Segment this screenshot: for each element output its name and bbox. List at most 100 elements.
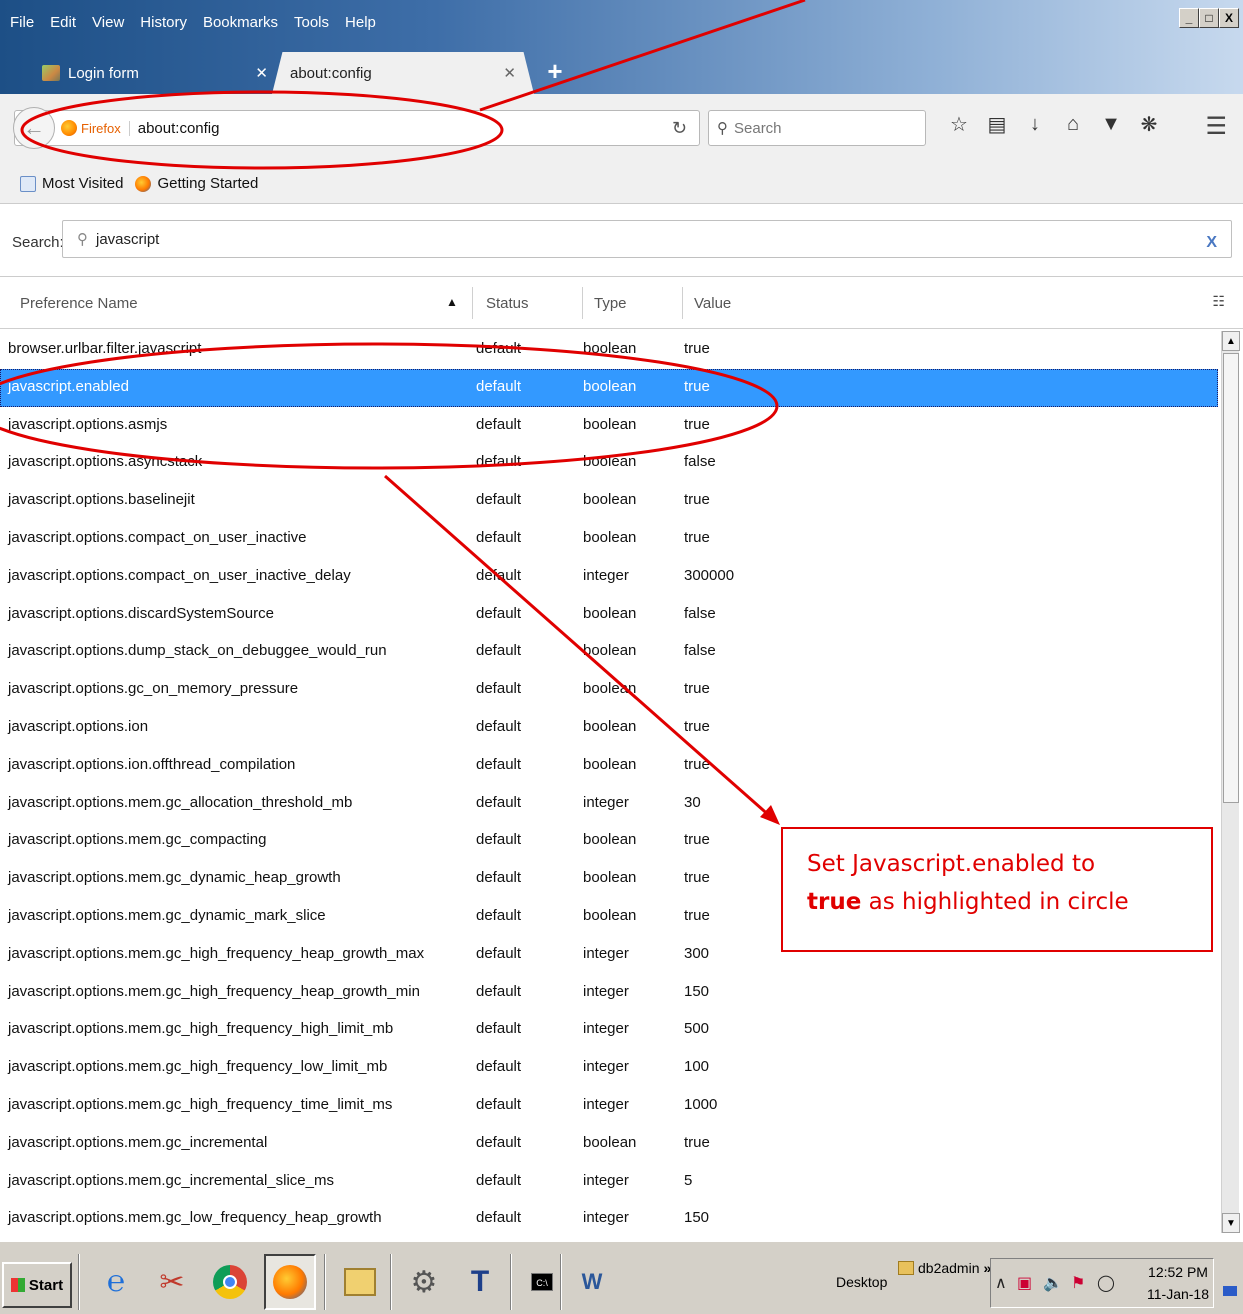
header-preference-name[interactable]: Preference Name: [20, 295, 138, 312]
scroll-up-icon[interactable]: ▲: [1222, 331, 1240, 351]
config-search-label: Search:: [12, 234, 64, 251]
most-visited-icon: [20, 175, 36, 192]
config-search-bar: Search: ⚲ javascript X: [0, 204, 1243, 268]
pref-name-cell: javascript.options.mem.gc_compacting: [8, 831, 267, 849]
pocket-icon[interactable]: ▼: [1092, 113, 1130, 136]
menu-help[interactable]: Help: [345, 14, 376, 31]
firefox-taskbar-icon[interactable]: [264, 1254, 316, 1310]
pref-name-cell: javascript.options.mem.gc_high_frequency…: [8, 1020, 394, 1038]
column-picker-icon[interactable]: ☷: [1212, 293, 1225, 310]
maximize-button[interactable]: □: [1199, 8, 1219, 28]
url-text[interactable]: about:config: [138, 120, 220, 137]
table-row[interactable]: javascript.options.ion default boolean true: [0, 709, 1218, 747]
column-divider[interactable]: [682, 287, 683, 319]
home-icon[interactable]: ⌂: [1054, 113, 1092, 136]
table-row[interactable]: javascript.enabled default boolean true: [0, 368, 1218, 407]
power-icon[interactable]: ◯: [1097, 1273, 1115, 1293]
pref-value-cell: 1000: [684, 1095, 718, 1113]
table-body: browser.urlbar.filter.javascript default b…: [0, 331, 1218, 1238]
bookmark-most-visited[interactable]: Most Visited: [20, 175, 123, 192]
download-arrow-icon[interactable]: ↓: [1016, 113, 1054, 136]
tab-close-icon[interactable]: ✕: [503, 64, 516, 82]
menu-bookmarks[interactable]: Bookmarks: [203, 14, 278, 31]
table-row[interactable]: javascript.options.asmjs default boolean tr…: [0, 407, 1218, 445]
internet-explorer-icon[interactable]: ℮: [90, 1254, 142, 1310]
snipping-tool-icon[interactable]: ✂: [146, 1254, 198, 1310]
pref-value-cell: false: [684, 453, 716, 471]
table-row[interactable]: javascript.options.mem.gc_high_frequency…: [0, 1049, 1218, 1087]
db2admin-toolbar[interactable]: db2admin »: [898, 1260, 991, 1276]
pref-type-cell: boolean: [583, 453, 637, 471]
menu-edit[interactable]: Edit: [50, 14, 76, 31]
pref-name-cell: javascript.options.compact_on_user_inact…: [8, 528, 307, 546]
table-row[interactable]: javascript.options.gc_on_memory_pressure…: [0, 671, 1218, 709]
table-row[interactable]: javascript.options.compact_on_user_inact…: [0, 520, 1218, 558]
table-row[interactable]: javascript.options.mem.gc_allocation_thr…: [0, 785, 1218, 823]
pref-status-cell: default: [476, 680, 522, 698]
network-status-icon[interactable]: ▣: [1017, 1273, 1032, 1293]
web-search-input[interactable]: ⚲ Search: [708, 110, 926, 146]
menu-history[interactable]: History: [140, 14, 187, 31]
bookmark-getting-started[interactable]: Getting Started: [135, 175, 258, 192]
tab-login-form[interactable]: Login form ✕: [30, 52, 280, 94]
file-explorer-icon[interactable]: [334, 1254, 386, 1310]
pref-value-cell: 300: [684, 944, 710, 962]
header-status[interactable]: Status: [486, 295, 529, 312]
volume-icon[interactable]: 🔈: [1043, 1273, 1063, 1293]
bookmark-star-icon[interactable]: ☆: [940, 112, 978, 137]
back-arrow-icon[interactable]: ←: [13, 107, 55, 149]
tray-clock[interactable]: 12:52 PM 11-Jan-18: [1147, 1261, 1209, 1305]
minimize-button[interactable]: _: [1179, 8, 1199, 28]
menu-file[interactable]: File: [10, 14, 34, 31]
close-window-button[interactable]: X: [1219, 8, 1239, 28]
window-chrome: File Edit View History Bookmarks Tools H…: [0, 0, 1243, 94]
url-bar[interactable]: ← Firefox about:config ↻: [13, 107, 700, 149]
table-row[interactable]: javascript.options.mem.gc_incremental def…: [0, 1125, 1218, 1163]
table-row[interactable]: javascript.options.discardSystemSource de…: [0, 596, 1218, 634]
pref-status-cell: default: [476, 906, 522, 924]
new-tab-plus-icon[interactable]: +: [540, 56, 570, 87]
menu-tools[interactable]: Tools: [294, 14, 329, 31]
table-row[interactable]: javascript.options.compact_on_user_inact…: [0, 558, 1218, 596]
header-value[interactable]: Value: [694, 295, 731, 312]
table-row[interactable]: javascript.options.mem.gc_low_frequency_…: [0, 1200, 1218, 1238]
site-identity[interactable]: Firefox about:config: [61, 111, 219, 145]
table-row[interactable]: javascript.options.dump_stack_on_debugge…: [0, 633, 1218, 671]
column-divider[interactable]: [582, 287, 583, 319]
table-row[interactable]: javascript.options.mem.gc_high_frequency…: [0, 1011, 1218, 1049]
pref-name-cell: javascript.options.gc_on_memory_pressure: [8, 680, 299, 698]
config-search-input[interactable]: ⚲ javascript: [62, 220, 1232, 258]
vertical-scrollbar[interactable]: ▲ ▼: [1221, 331, 1240, 1233]
system-tray: ∧ ▣ 🔈 ⚑ ◯ 12:52 PM 11-Jan-18: [990, 1258, 1214, 1308]
table-row[interactable]: javascript.options.asyncstack default bool…: [0, 444, 1218, 482]
tray-expand-icon[interactable]: ∧: [995, 1273, 1007, 1293]
tab-close-icon[interactable]: ✕: [255, 64, 268, 82]
extension-icon[interactable]: ❋: [1130, 112, 1168, 137]
hamburger-menu-icon[interactable]: ☰: [1205, 112, 1227, 141]
table-row[interactable]: javascript.options.ion.offthread_compila…: [0, 747, 1218, 785]
show-desktop-button[interactable]: [1223, 1286, 1237, 1296]
table-row[interactable]: browser.urlbar.filter.javascript default b…: [0, 331, 1218, 369]
desktop-toolbar-label[interactable]: Desktop: [836, 1274, 887, 1290]
column-divider[interactable]: [472, 287, 473, 319]
clear-search-icon[interactable]: X: [1206, 234, 1217, 252]
table-row[interactable]: javascript.options.mem.gc_high_frequency…: [0, 1087, 1218, 1125]
text-editor-icon[interactable]: T: [454, 1254, 506, 1310]
table-row[interactable]: javascript.options.mem.gc_incremental_sl…: [0, 1163, 1218, 1201]
menu-view[interactable]: View: [92, 14, 124, 31]
pref-value-cell: 500: [684, 1020, 710, 1038]
reload-icon[interactable]: ↻: [672, 118, 687, 139]
pref-status-cell: default: [476, 453, 522, 471]
scrollbar-thumb[interactable]: [1223, 353, 1239, 803]
header-type[interactable]: Type: [594, 295, 627, 312]
reading-list-icon[interactable]: ▤: [978, 112, 1016, 137]
tab-about-config[interactable]: about:config ✕: [272, 52, 534, 94]
scroll-down-icon[interactable]: ▼: [1222, 1213, 1240, 1233]
table-row[interactable]: javascript.options.baselinejit default boo…: [0, 482, 1218, 520]
start-button[interactable]: Start: [2, 1262, 72, 1308]
word-icon[interactable]: W: [566, 1254, 618, 1310]
settings-gear-icon[interactable]: ⚙: [398, 1254, 450, 1310]
action-center-icon[interactable]: ⚑: [1071, 1273, 1085, 1293]
table-row[interactable]: javascript.options.mem.gc_high_frequency…: [0, 974, 1218, 1012]
chrome-icon[interactable]: [204, 1254, 256, 1310]
